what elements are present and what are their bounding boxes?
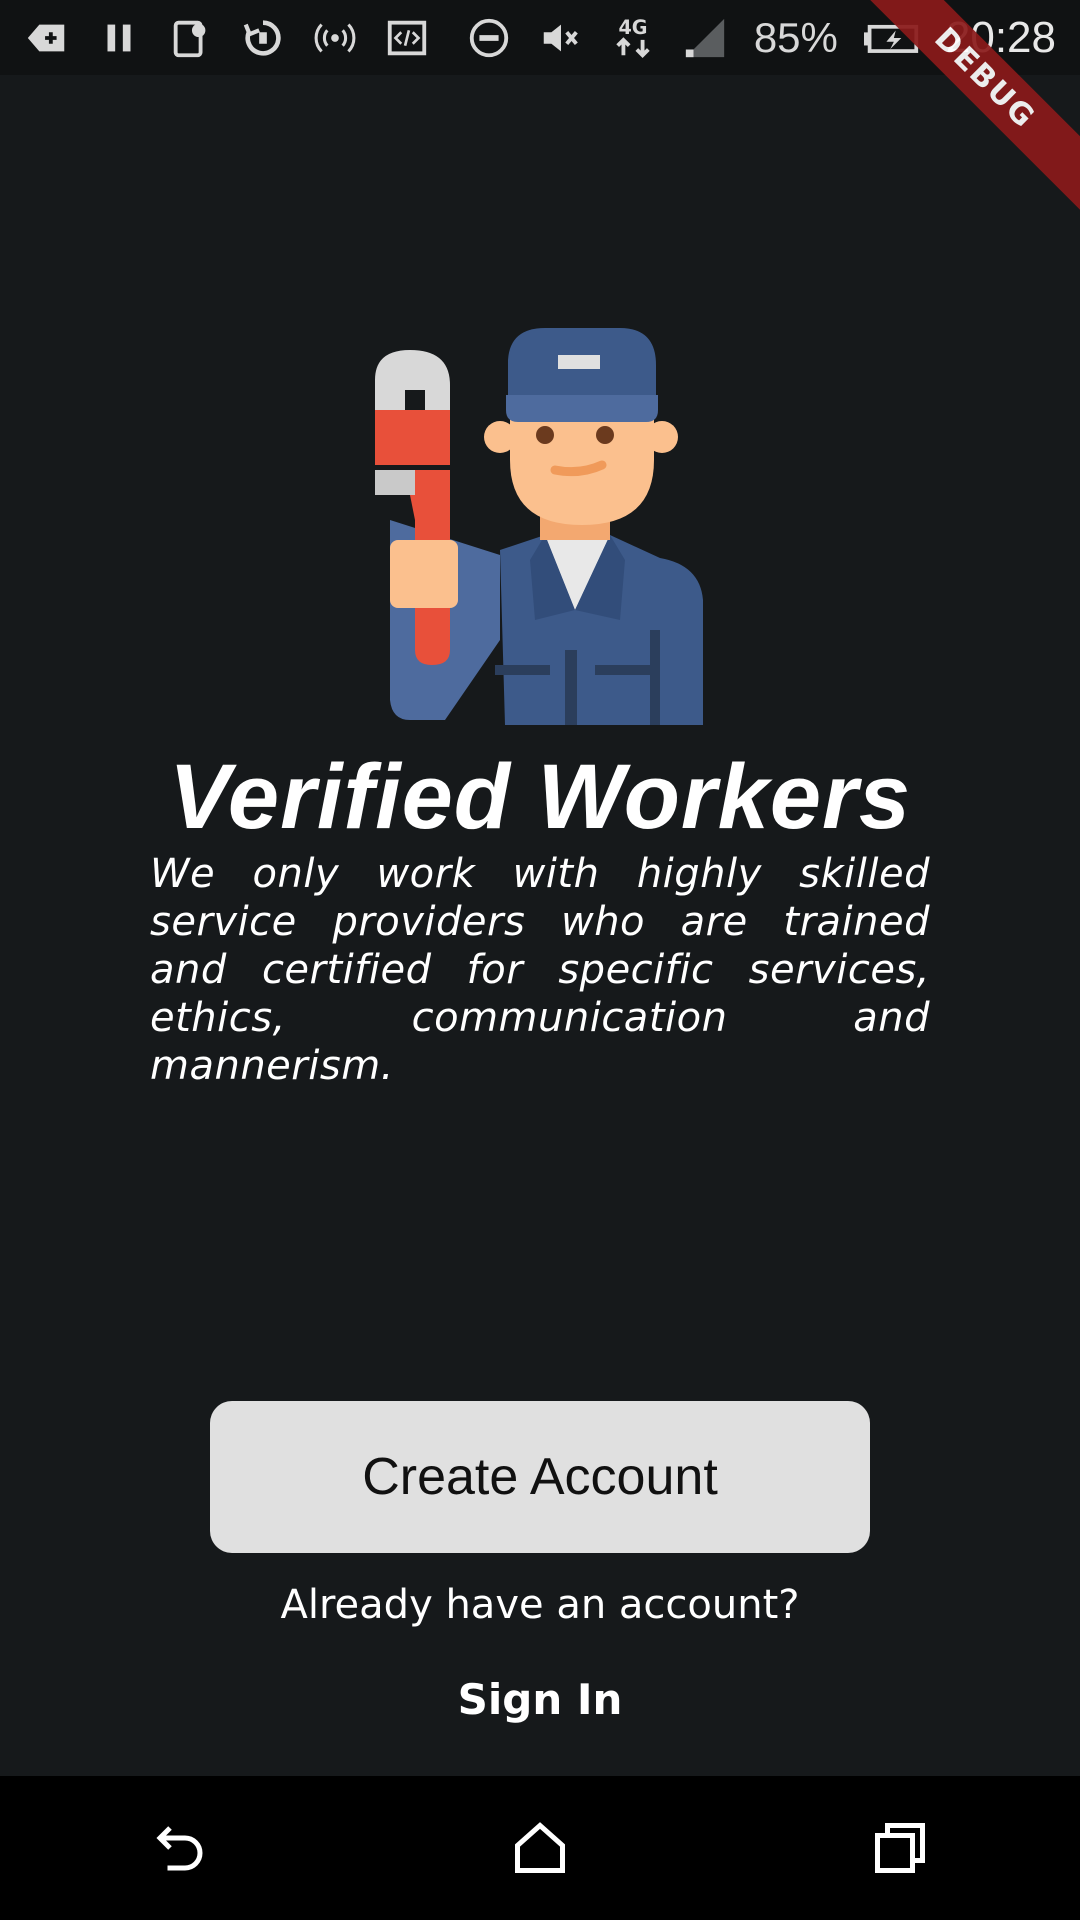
plumber-icon xyxy=(375,328,703,725)
already-have-account-label: Already have an account? xyxy=(280,1582,800,1628)
recents-button[interactable] xyxy=(840,1788,960,1908)
onboarding-description: We only work with highly skilled service… xyxy=(150,851,930,1089)
network-4g-icon: 4G xyxy=(610,15,656,61)
hotspot-icon xyxy=(312,15,358,61)
screenshot-icon xyxy=(168,15,214,61)
do-not-disturb-icon xyxy=(466,15,512,61)
status-bar-left xyxy=(24,15,430,61)
onboarding-title: Verified Workers xyxy=(168,746,912,848)
battery-percent: 85% xyxy=(753,13,838,61)
worker-illustration xyxy=(370,320,710,735)
back-icon xyxy=(156,1826,203,1871)
home-icon xyxy=(515,1822,565,1873)
sync-icon xyxy=(240,15,286,61)
recents-icon xyxy=(875,1823,925,1873)
pause-icon xyxy=(96,15,142,61)
sign-in-link[interactable]: Sign In xyxy=(440,1675,640,1724)
add-notification-icon xyxy=(24,15,70,61)
navigation-bar xyxy=(0,1776,1080,1920)
svg-text:4G: 4G xyxy=(618,16,647,39)
create-account-button[interactable]: Create Account xyxy=(210,1401,870,1553)
signal-icon xyxy=(682,15,728,61)
back-button[interactable] xyxy=(120,1788,240,1908)
developer-icon xyxy=(384,15,430,61)
home-button[interactable] xyxy=(480,1788,600,1908)
mute-icon xyxy=(538,15,584,61)
